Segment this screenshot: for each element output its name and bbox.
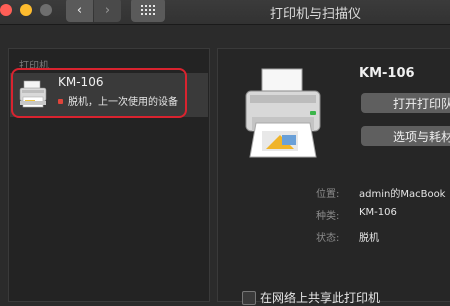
- zoom-window-button[interactable]: [40, 4, 52, 16]
- window-title: 打印机与扫描仪: [270, 7, 362, 22]
- chevron-right-icon: ›: [104, 2, 111, 18]
- printer-large-icon: [245, 68, 321, 158]
- location-value: admin的MacBook: [359, 189, 446, 200]
- selected-printer-name: KM-106: [359, 66, 415, 81]
- minimize-window-button[interactable]: [20, 4, 32, 16]
- grid-icon: [141, 5, 155, 15]
- open-print-queue-button[interactable]: 打开打印队列: [361, 93, 450, 113]
- title-bar: ‹ › 打印机与扫描仪: [0, 0, 450, 25]
- status-value: 脱机: [359, 233, 379, 244]
- kind-value: KM-106: [359, 207, 397, 218]
- options-and-supplies-button[interactable]: 选项与耗材: [361, 126, 450, 146]
- kind-label: 种类:: [316, 211, 340, 222]
- close-window-button[interactable]: [0, 4, 12, 16]
- status-label: 状态:: [316, 233, 340, 244]
- share-printer-label[interactable]: 在网络上共享此打印机: [260, 289, 380, 306]
- printer-detail-panel: KM-106 打开打印队列 选项与耗材 位置: admin的MacBook 种类…: [217, 48, 450, 305]
- back-button[interactable]: ‹: [66, 0, 93, 22]
- chevron-left-icon: ‹: [76, 2, 83, 18]
- show-all-button[interactable]: [131, 0, 165, 22]
- location-label: 位置:: [316, 189, 340, 200]
- forward-button[interactable]: ›: [94, 0, 121, 22]
- share-printer-checkbox[interactable]: [242, 291, 256, 305]
- selection-highlight-annotation: [11, 68, 187, 118]
